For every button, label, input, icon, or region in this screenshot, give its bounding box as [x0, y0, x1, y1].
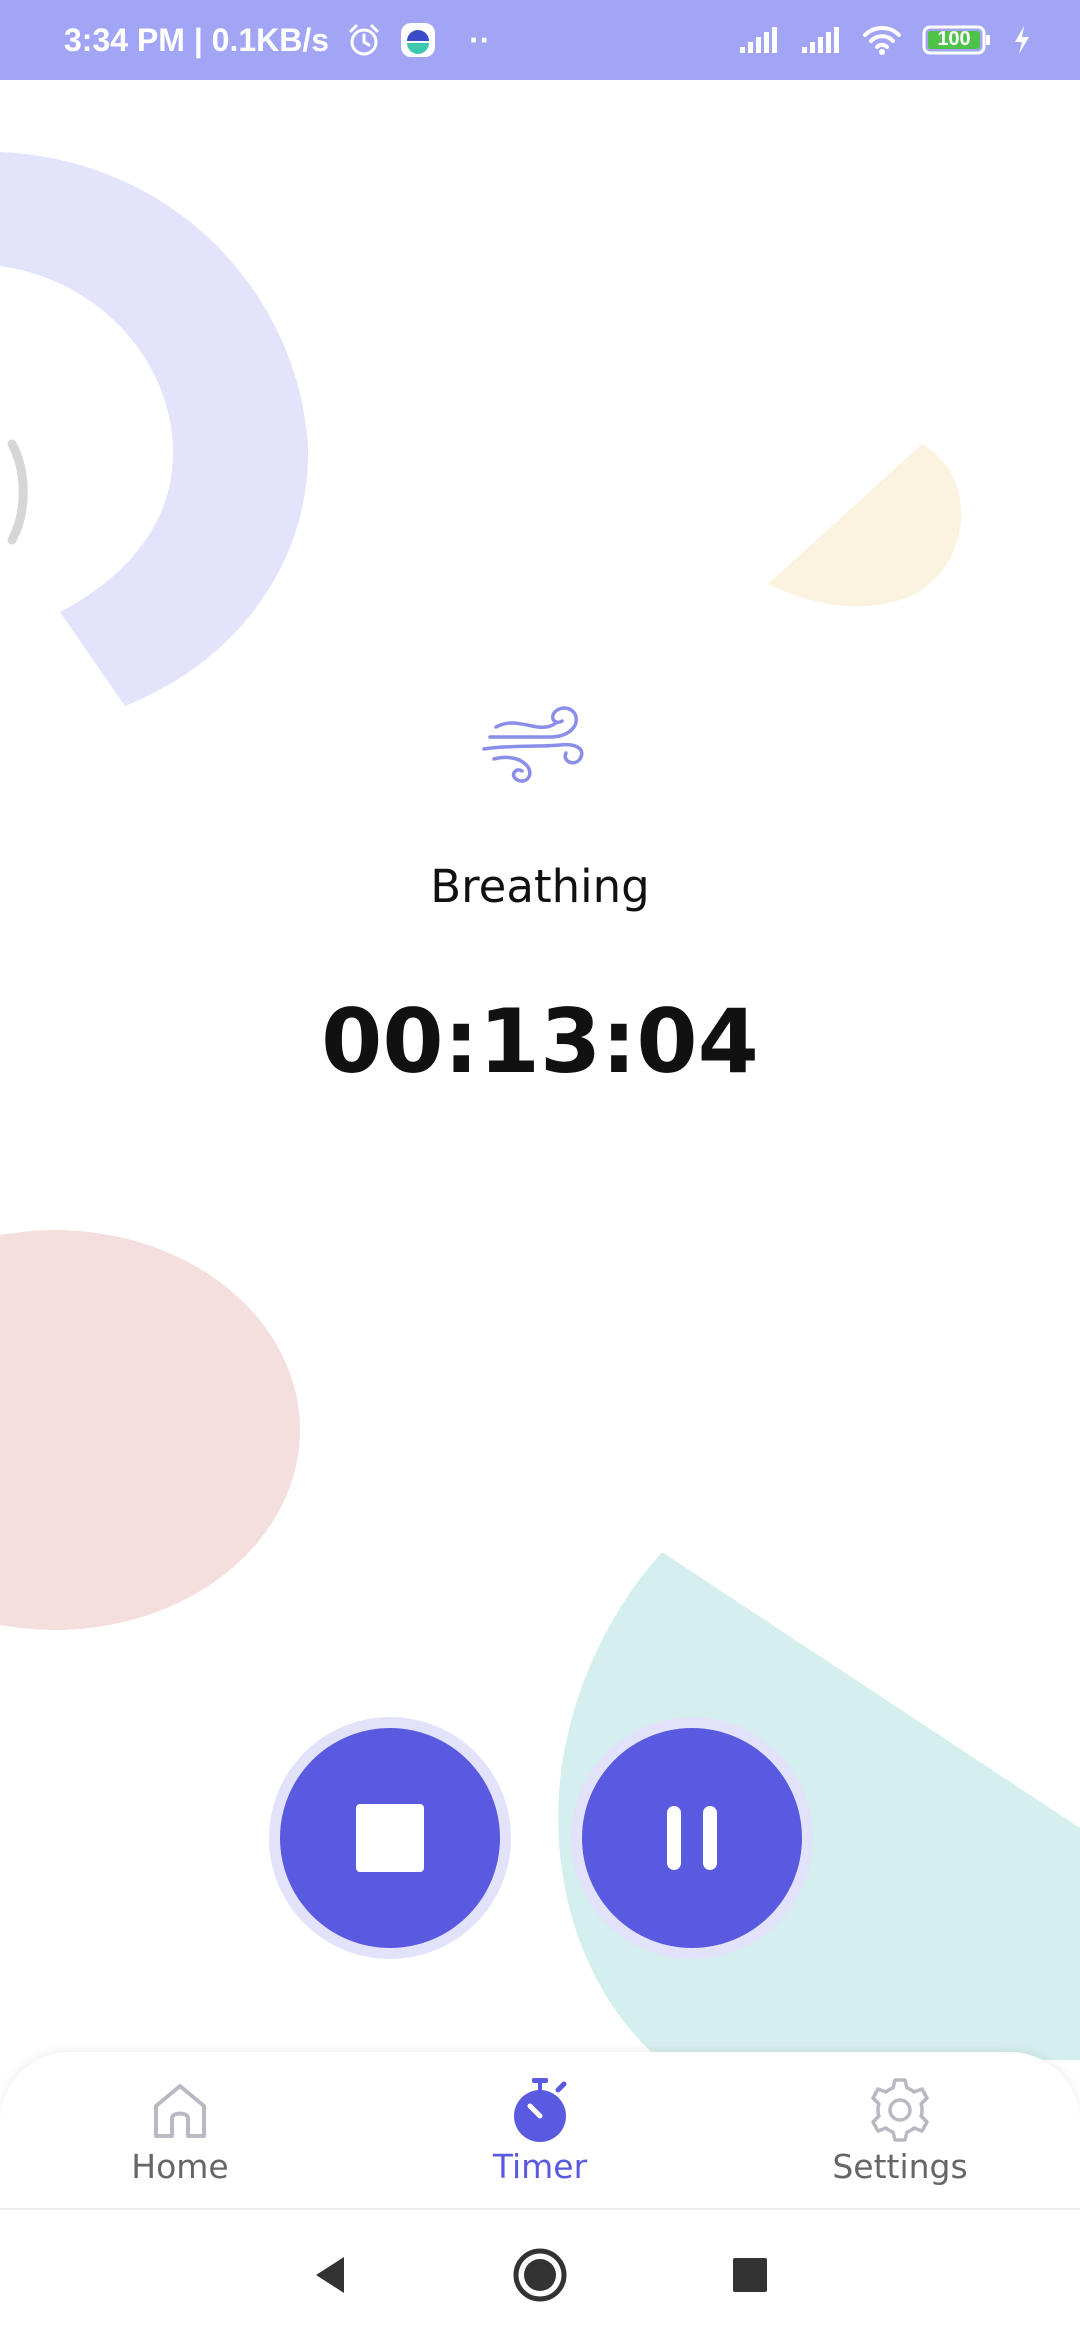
back-icon[interactable] [300, 2245, 360, 2305]
wifi-icon [862, 24, 902, 56]
nav-label-settings: Settings [832, 2146, 968, 2186]
system-navigation-bar [0, 2210, 1080, 2340]
gear-icon [865, 2075, 935, 2145]
pause-icon [667, 1806, 717, 1870]
lavender-arc-shape [0, 152, 309, 706]
battery-icon: 100 [922, 24, 992, 56]
status-left: 3:34 PM | 0.1KB/s ·· [64, 21, 490, 59]
timer-screen: 3:34 PM | 0.1KB/s ·· 100 Breathing 00:13… [0, 0, 1080, 2340]
nav-item-settings[interactable]: Settings [750, 2075, 1050, 2186]
signal-icon [800, 25, 842, 55]
decorative-shapes [0, 152, 1080, 2060]
gray-arc-shape [7, 439, 28, 545]
cream-half-circle-shape [768, 444, 962, 607]
stop-button[interactable] [280, 1728, 500, 1948]
signal-icon [738, 25, 780, 55]
nav-item-timer[interactable]: Timer [390, 2075, 690, 2186]
status-dots: ·· [469, 21, 491, 58]
bottom-navigation: Home Timer Settings [0, 2052, 1080, 2210]
alarm-icon [347, 23, 381, 57]
pink-ellipse-shape [0, 1230, 300, 1630]
nav-label-home: Home [131, 2146, 229, 2186]
app-notification-icon [399, 21, 437, 59]
home-circle-icon[interactable] [510, 2245, 570, 2305]
activity-name: Breathing [430, 860, 650, 913]
recents-icon[interactable] [720, 2245, 780, 2305]
stopwatch-icon [505, 2075, 575, 2145]
timer-display: 00:13:04 [321, 990, 759, 1093]
home-icon [145, 2075, 215, 2145]
nav-item-home[interactable]: Home [30, 2075, 330, 2186]
nav-label-timer: Timer [492, 2146, 588, 2186]
stop-icon [356, 1804, 424, 1872]
status-bar: 3:34 PM | 0.1KB/s ·· 100 [0, 0, 1080, 80]
status-time-speed: 3:34 PM | 0.1KB/s [64, 21, 330, 58]
pause-button[interactable] [582, 1728, 802, 1948]
status-right: 100 [738, 24, 1032, 56]
charging-icon [1012, 24, 1032, 56]
wind-icon [480, 695, 600, 795]
battery-level: 100 [937, 28, 971, 50]
